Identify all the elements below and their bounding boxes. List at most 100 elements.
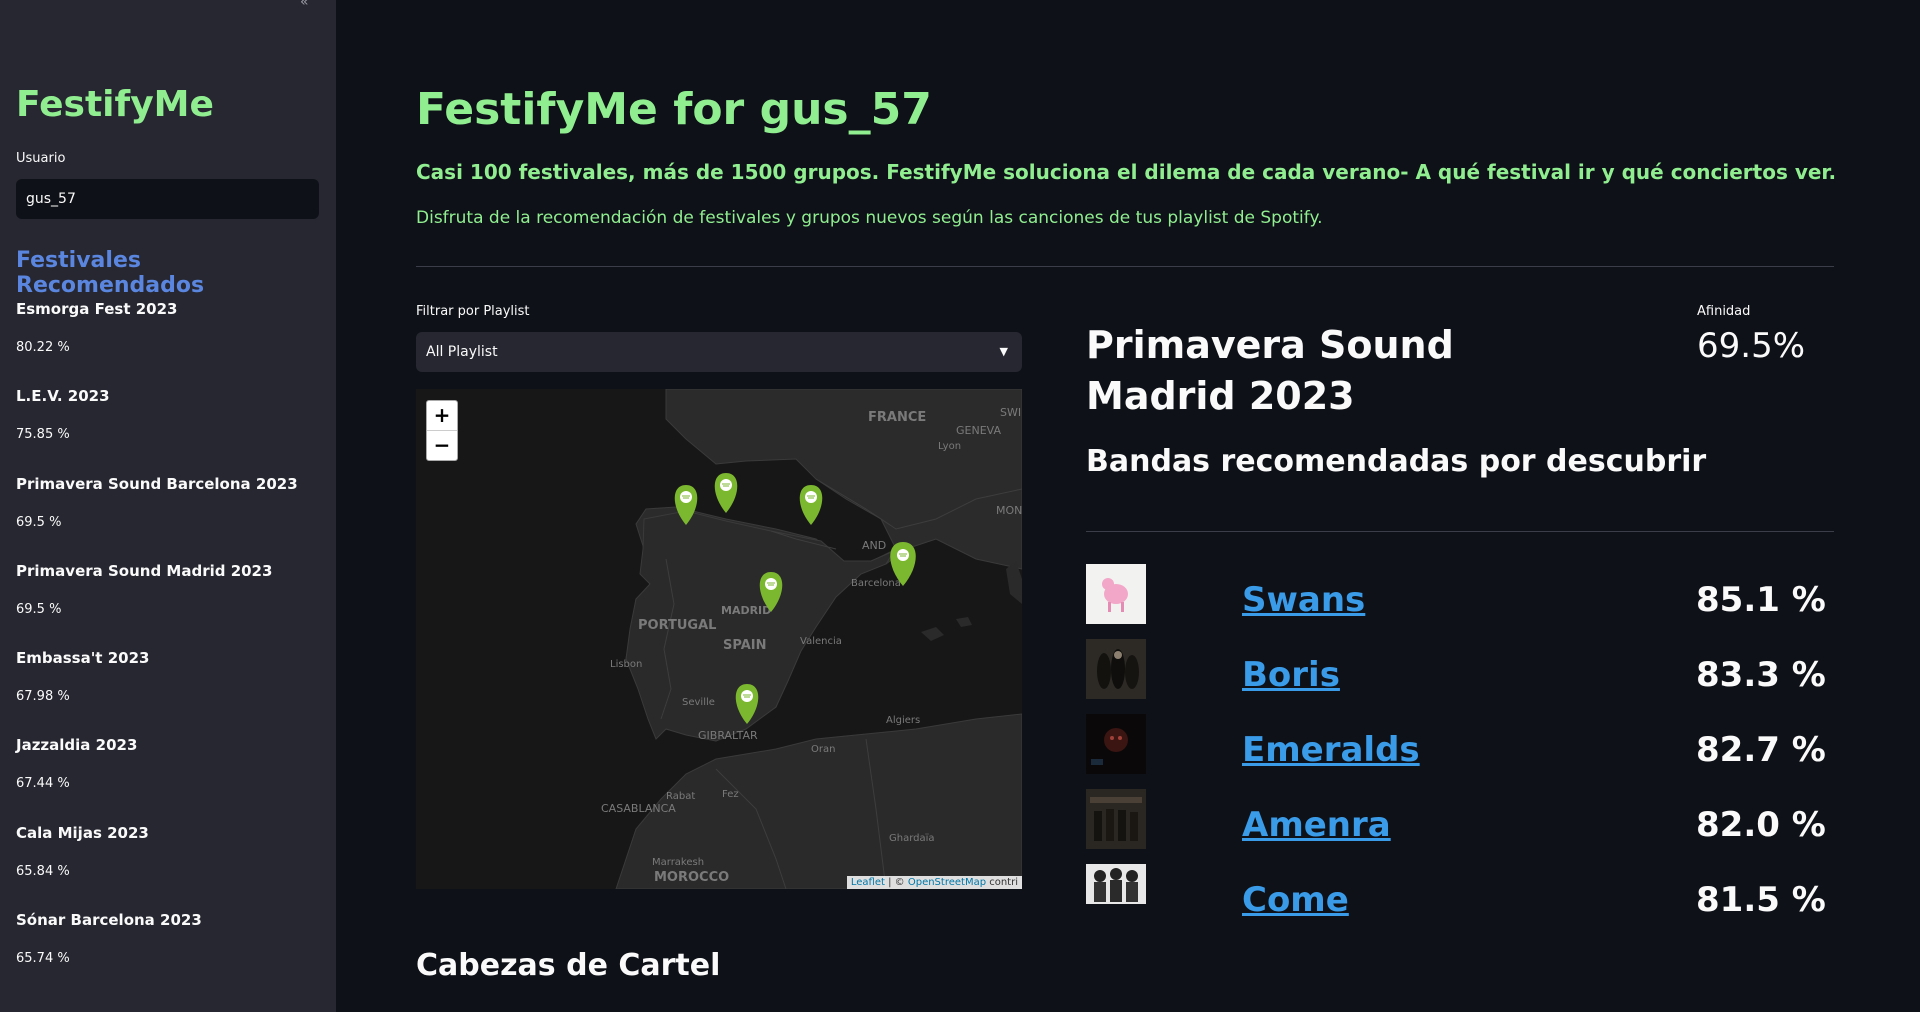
map-canvas: FRANCE GENEVA Lyon SWI MON AND Barcelona… <box>601 389 1022 889</box>
festival-item: Sónar Barcelona 2023 65.74 % <box>16 911 326 998</box>
band-score: 82.7 % <box>1696 730 1826 770</box>
festival-item: L.E.V. 2023 75.85 % <box>16 387 326 474</box>
band-score: 82.0 % <box>1696 805 1826 845</box>
festival-score: 67.98 % <box>16 689 70 705</box>
main-content: FestifyMe for gus_57 Casi 100 festivales… <box>416 0 1836 1012</box>
band-row: Come 81.5 % <box>1086 864 1834 939</box>
festival-score: 80.22 % <box>16 340 70 355</box>
map-zoom-control: + − <box>426 400 458 461</box>
divider <box>416 266 1834 267</box>
festival-item: Primavera Sound Madrid 2023 69.5 % <box>16 562 326 649</box>
festival-item: Embassa't 2023 67.98 % <box>16 649 326 736</box>
land-balearic <box>921 617 972 641</box>
festival-name: Embassa't 2023 <box>16 649 150 668</box>
page-description: Disfruta de la recomendación de festival… <box>416 208 1323 228</box>
attribution-separator: | © <box>884 877 908 888</box>
festival-map-marker[interactable] <box>714 473 738 513</box>
band-image <box>1086 714 1146 774</box>
attribution-rest: contri <box>986 877 1018 888</box>
festival-score: 69.5 % <box>16 514 62 530</box>
festival-name: Primavera Sound Madrid 2023 <box>16 561 273 580</box>
collapse-sidebar-icon[interactable]: « <box>300 0 309 10</box>
festival-item: Jazzaldia 2023 67.44 % <box>16 736 326 823</box>
festival-name: Cala Mijas 2023 <box>16 823 149 842</box>
divider <box>1086 531 1834 532</box>
band-row: Boris 83.3 % <box>1086 639 1834 714</box>
map-label-france: FRANCE <box>868 410 926 425</box>
app-title: FestifyMe <box>16 84 214 125</box>
map-label-spain: SPAIN <box>723 638 766 653</box>
festival-score: 69.5 % <box>16 601 62 617</box>
festival-item: Primavera Sound Barcelona 2023 69.5 % <box>16 475 326 562</box>
map-label-seville: Seville <box>682 697 715 708</box>
zoom-in-button[interactable]: + <box>427 401 457 430</box>
band-image <box>1086 864 1146 904</box>
band-score: 85.1 % <box>1696 580 1826 620</box>
band-link[interactable]: Swans <box>1242 580 1365 620</box>
map-label-barcelona: Barcelona <box>851 578 901 589</box>
playlist-filter-value: All Playlist <box>426 344 498 360</box>
map-label-fez: Fez <box>722 789 739 800</box>
map-label-swi: SWI <box>1000 406 1021 419</box>
festival-score: 75.85 % <box>16 427 70 443</box>
festival-item: Esmorga Fest 2023 80.22 % <box>16 300 326 387</box>
selected-festival-title: Primavera Sound Madrid 2023 <box>1086 323 1454 418</box>
band-link[interactable]: Emeralds <box>1242 730 1420 770</box>
sidebar: « FestifyMe Usuario gus_57 Festivales Re… <box>0 0 336 1012</box>
band-link[interactable]: Boris <box>1242 655 1340 695</box>
openstreetmap-link[interactable]: OpenStreetMap <box>908 877 986 888</box>
map-label-andorra: AND <box>862 539 886 552</box>
affinity-value: 69.5% <box>1697 326 1806 366</box>
page-title: FestifyMe for gus_57 <box>416 84 932 135</box>
festival-score: 67.44 % <box>16 776 70 792</box>
user-input[interactable]: gus_57 <box>16 179 319 219</box>
map-label-lisbon: Lisbon <box>610 659 642 670</box>
festival-score: 65.74 % <box>16 951 70 967</box>
map-label-oran: Oran <box>811 744 835 755</box>
band-list: Swans 85.1 % Boris 83.3 % Emeralds 82.7 … <box>1086 564 1834 939</box>
band-link[interactable]: Amenra <box>1242 805 1391 845</box>
band-score: 81.5 % <box>1696 880 1826 920</box>
map-label-geneva: GENEVA <box>956 424 1001 437</box>
band-score: 83.3 % <box>1696 655 1826 695</box>
zoom-out-button[interactable]: − <box>427 431 457 460</box>
headliners-heading: Cabezas de Cartel <box>416 948 721 983</box>
map-label-marrakesh: Marrakesh <box>652 857 704 868</box>
festival-item: Cala Mijas 2023 65.84 % <box>16 824 326 911</box>
leaflet-link[interactable]: Leaflet <box>851 877 885 888</box>
recommended-festivals-heading: Festivales Recomendados <box>16 248 205 298</box>
festival-map-marker[interactable] <box>799 485 823 525</box>
map-label-mon: MON <box>996 504 1022 517</box>
festival-name: Primavera Sound Barcelona 2023 <box>16 474 298 493</box>
playlist-filter-label: Filtrar por Playlist <box>416 304 530 319</box>
band-row: Emeralds 82.7 % <box>1086 714 1834 789</box>
map-label-algiers: Algiers <box>886 715 920 726</box>
map-label-gibraltar: GIBRALTAR <box>698 729 758 742</box>
map-label-morocco: MOROCCO <box>654 870 729 885</box>
band-image <box>1086 639 1146 699</box>
user-label: Usuario <box>16 151 66 166</box>
festival-map[interactable]: FRANCE GENEVA Lyon SWI MON AND Barcelona… <box>416 389 1022 889</box>
map-label-valencia: Valencia <box>800 636 842 647</box>
band-link[interactable]: Come <box>1242 880 1349 920</box>
map-label-casablanca: CASABLANCA <box>601 802 676 815</box>
festival-name: Jazzaldia 2023 <box>16 736 138 755</box>
affinity-label: Afinidad <box>1697 304 1751 319</box>
map-attribution: Leaflet | © OpenStreetMap contri <box>846 876 1022 889</box>
festival-name: Esmorga Fest 2023 <box>16 300 178 318</box>
page-subtitle: Casi 100 festivales, más de 1500 grupos.… <box>416 160 1837 184</box>
band-row: Amenra 82.0 % <box>1086 789 1834 864</box>
band-image <box>1086 789 1146 849</box>
band-image <box>1086 564 1146 624</box>
festival-list: Esmorga Fest 2023 80.22 % L.E.V. 2023 75… <box>16 300 326 998</box>
map-label-rabat: Rabat <box>666 791 695 802</box>
chevron-down-icon: ▼ <box>999 345 1008 358</box>
map-label-lyon: Lyon <box>938 441 961 452</box>
map-label-portugal: PORTUGAL <box>638 618 716 633</box>
map-label-madrid: MADRID <box>721 604 771 617</box>
festival-score: 65.84 % <box>16 863 70 879</box>
map-label-ghardaia: Ghardaïa <box>889 833 935 844</box>
recommended-bands-heading: Bandas recomendadas por descubrir <box>1086 444 1707 479</box>
festival-name: L.E.V. 2023 <box>16 387 110 406</box>
playlist-filter-select[interactable]: All Playlist ▼ <box>416 332 1022 372</box>
